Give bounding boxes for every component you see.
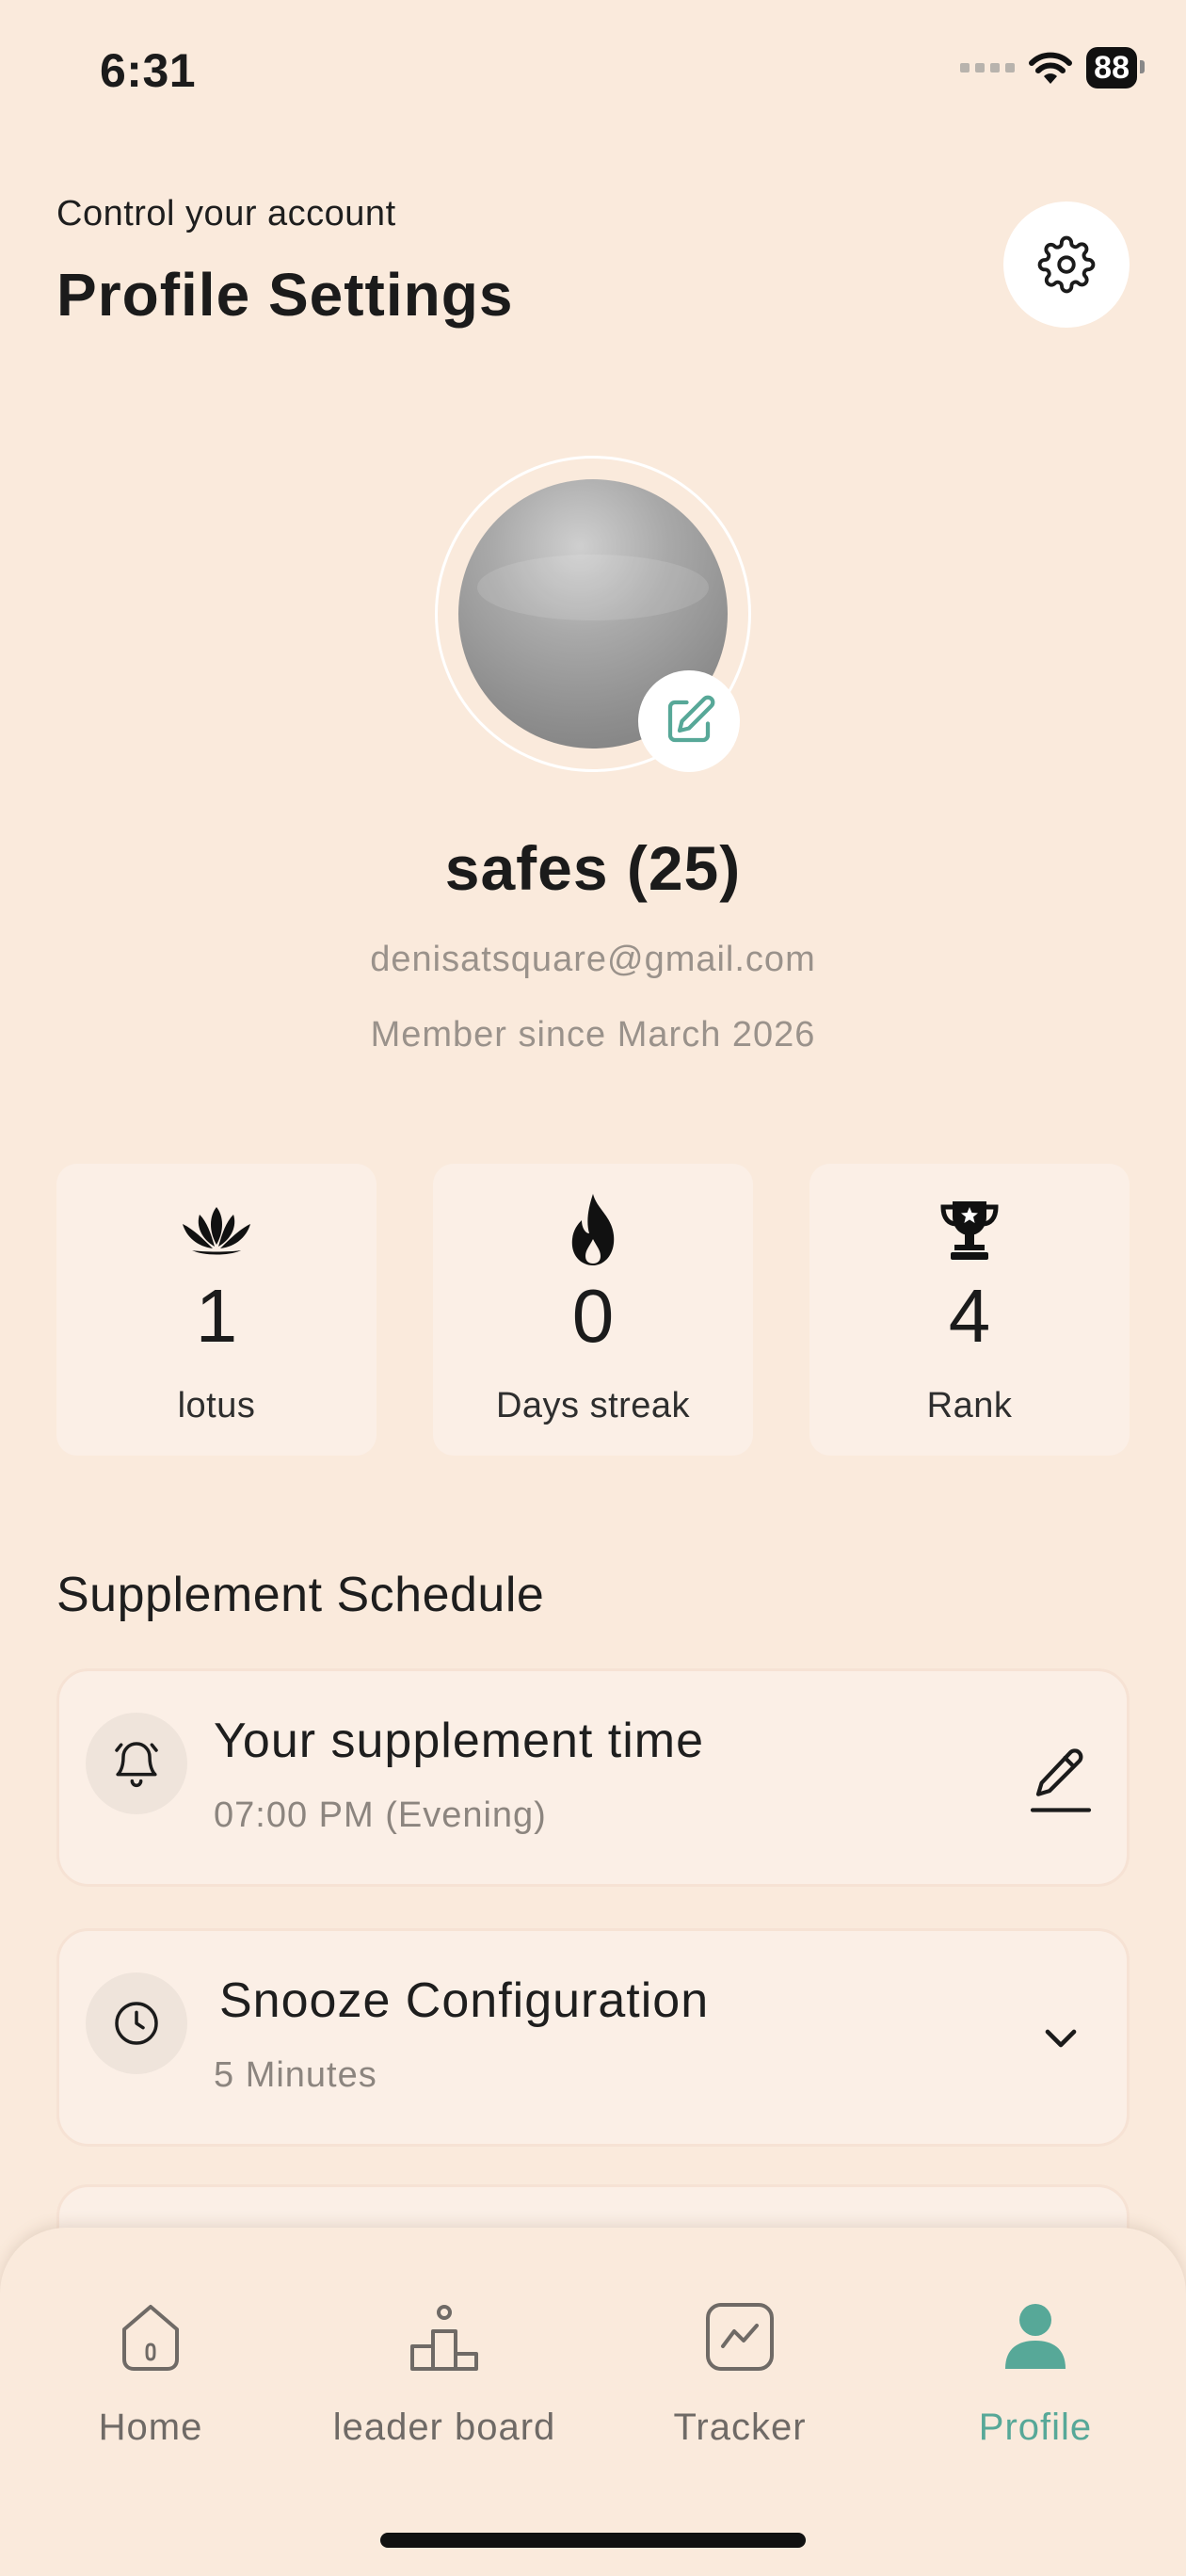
edit-icon [667, 695, 715, 743]
snooze-expand-button[interactable] [1023, 2001, 1098, 2076]
snooze-config-card[interactable]: Snooze Configuration 5 Minutes [56, 1928, 1130, 2147]
user-email: denisatsquare@gmail.com [370, 940, 816, 979]
podium-icon [410, 2305, 478, 2371]
supplement-time-card[interactable]: Your supplement time 07:00 PM (Evening) [56, 1668, 1130, 1887]
pencil-icon [1030, 1748, 1092, 1812]
nav-label: leader board [332, 2407, 556, 2448]
user-name: safes (25) [444, 833, 742, 903]
member-since: Member since March 2026 [370, 1015, 816, 1055]
nav-label: Home [98, 2407, 203, 2448]
edit-avatar-button[interactable] [638, 670, 740, 772]
nav-label: Tracker [673, 2407, 807, 2448]
cellular-signal-icon [960, 63, 1016, 72]
snooze-config-value: 5 Minutes [214, 2055, 377, 2095]
nav-item-tracker[interactable]: Tracker [617, 2290, 862, 2449]
snooze-config-title: Snooze Configuration [219, 1973, 710, 2028]
stat-card-lotus: 1 lotus [56, 1164, 377, 1456]
stat-label: Days streak [495, 1386, 691, 1425]
stat-value: 4 [948, 1274, 991, 1358]
chevron-down-icon [1045, 2029, 1077, 2048]
nav-label: Profile [978, 2407, 1093, 2448]
battery-icon: 88 [1086, 47, 1145, 89]
gear-icon [1037, 235, 1096, 294]
chart-icon [706, 2303, 774, 2371]
wifi-icon [1029, 52, 1073, 84]
edit-time-button[interactable] [1023, 1743, 1098, 1818]
page-title: Profile Settings [56, 261, 514, 329]
lotus-icon [183, 1207, 250, 1255]
nav-item-leaderboard[interactable]: leader board [322, 2290, 567, 2449]
stat-card-streak: 0 Days streak [433, 1164, 753, 1456]
stat-label: Rank [926, 1386, 1013, 1425]
person-icon [1005, 2304, 1066, 2369]
stat-value: 0 [571, 1274, 615, 1358]
section-title: Supplement Schedule [56, 1568, 545, 1622]
status-icons: 88 [960, 47, 1145, 89]
settings-button[interactable] [1003, 201, 1130, 328]
page-subtitle: Control your account [56, 194, 396, 233]
status-time: 6:31 [100, 44, 197, 97]
bottom-nav: Home leader board Tracker Profile [0, 2228, 1186, 2576]
home-indicator [380, 2533, 806, 2548]
supplement-time-value: 07:00 PM (Evening) [214, 1795, 547, 1835]
stat-card-rank: 4 Rank [809, 1164, 1130, 1456]
home-icon [122, 2305, 179, 2371]
flame-icon [571, 1194, 615, 1265]
stat-label: lotus [177, 1386, 256, 1425]
nav-item-home[interactable]: Home [28, 2290, 273, 2449]
trophy-icon [940, 1201, 999, 1260]
alarm-bell-icon [86, 1713, 187, 1814]
nav-item-profile[interactable]: Profile [913, 2290, 1158, 2449]
stat-value: 1 [195, 1274, 238, 1358]
supplement-time-title: Your supplement time [214, 1714, 705, 1768]
clock-icon [86, 1972, 187, 2074]
